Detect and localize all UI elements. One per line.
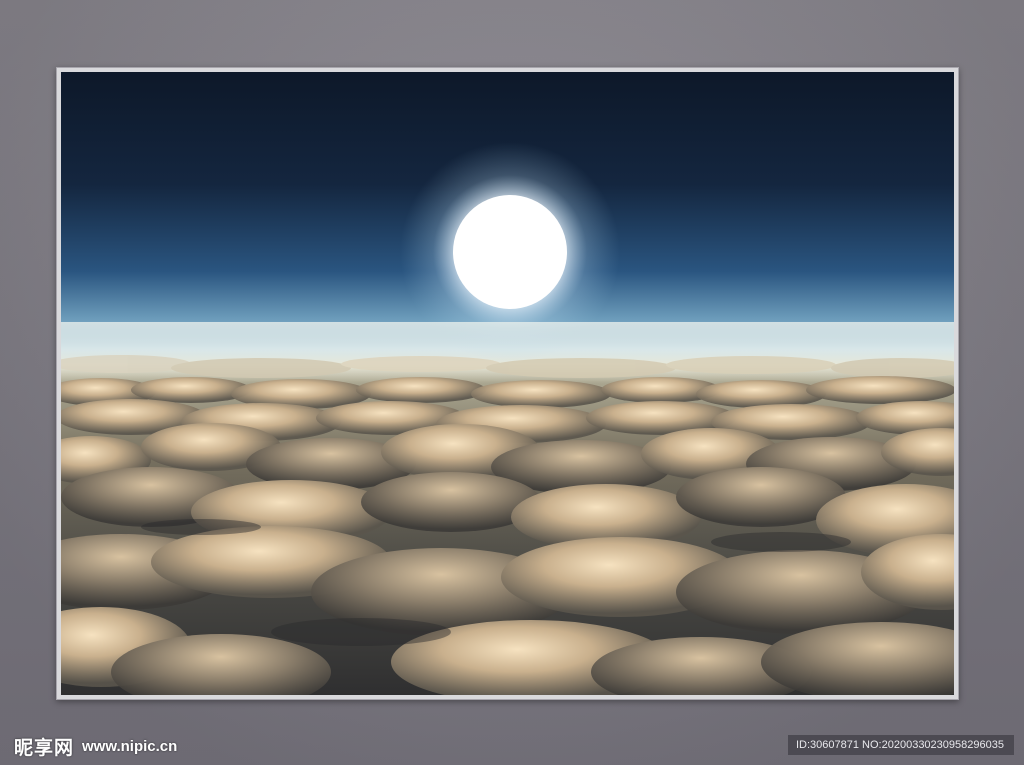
sun [453,195,567,309]
site-watermark: 昵享网 www.nipic.cn [14,733,177,759]
image-id-bar: ID:30607871 NO:20200330230958296035 [788,735,1014,755]
sky-cloud-photo [61,72,954,695]
cloudscape-image [61,72,954,695]
picture-frame [56,67,959,700]
watermark-url: www.nipic.cn [82,737,178,755]
watermark-brand: 昵享网 [14,736,75,759]
